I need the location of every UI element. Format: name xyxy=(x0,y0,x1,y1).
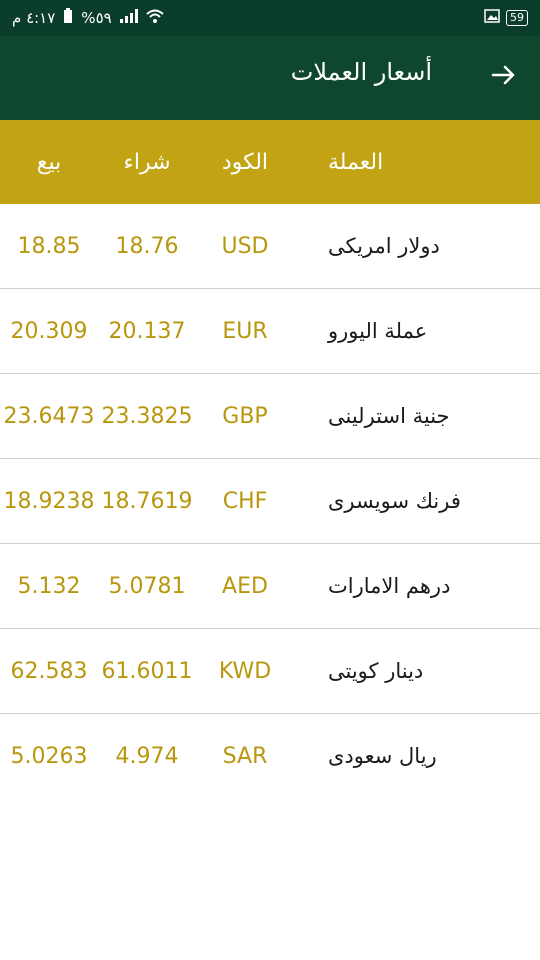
page-title: أسعار العملات xyxy=(290,58,432,86)
currency-name: جنية استرلينى xyxy=(328,404,450,428)
buy-price: 4.974 xyxy=(115,743,179,769)
header-sell: بيع xyxy=(36,149,62,175)
buy-price: 20.137 xyxy=(108,318,186,344)
battery-percent: %٥٩ xyxy=(81,9,112,27)
currency-list: دولار امريكى USD 18.76 18.85 عملة اليورو… xyxy=(0,204,540,798)
buy-price: 18.76 xyxy=(115,233,179,259)
currency-code: AED xyxy=(222,573,268,599)
buy-price: 5.0781 xyxy=(108,573,186,599)
header-code: الكود xyxy=(221,149,269,175)
sell-price: 20.309 xyxy=(10,318,88,344)
clock: ٤:١٧ م xyxy=(12,9,56,27)
app-bar: أسعار العملات xyxy=(0,36,540,120)
back-arrow-icon[interactable] xyxy=(486,58,520,92)
buy-price: 18.7619 xyxy=(101,488,193,514)
currency-name: ريال سعودى xyxy=(328,744,437,768)
currency-name: عملة اليورو xyxy=(328,319,428,343)
sell-price: 18.85 xyxy=(17,233,81,259)
currency-name: فرنك سويسرى xyxy=(328,489,461,513)
table-row[interactable]: دولار امريكى USD 18.76 18.85 xyxy=(0,204,540,289)
currency-code: GBP xyxy=(222,403,268,429)
status-bar: ٤:١٧ م %٥٩ 59 xyxy=(0,0,540,36)
table-row[interactable]: جنية استرلينى GBP 23.3825 23.6473 xyxy=(0,374,540,459)
currency-code: KWD xyxy=(218,658,272,684)
sell-price: 18.9238 xyxy=(3,488,95,514)
currency-code: CHF xyxy=(222,488,268,514)
signal-icon xyxy=(119,9,138,27)
buy-price: 61.6011 xyxy=(101,658,193,684)
status-right: 59 xyxy=(484,9,528,27)
table-header: العملة الكود شراء بيع xyxy=(0,120,540,204)
battery-icon xyxy=(63,8,73,28)
table-row[interactable]: ريال سعودى SAR 4.974 5.0263 xyxy=(0,714,540,798)
battery-badge: 59 xyxy=(506,10,528,26)
status-left: ٤:١٧ م %٥٩ xyxy=(12,8,164,28)
sell-price: 23.6473 xyxy=(3,403,95,429)
sell-price: 62.583 xyxy=(10,658,88,684)
table-row[interactable]: درهم الامارات AED 5.0781 5.132 xyxy=(0,544,540,629)
header-currency: العملة xyxy=(328,149,384,175)
table-row[interactable]: دينار كويتى KWD 61.6011 62.583 xyxy=(0,629,540,714)
gallery-icon xyxy=(484,9,500,27)
currency-name: درهم الامارات xyxy=(328,574,451,598)
header-buy: شراء xyxy=(123,149,171,175)
wifi-icon xyxy=(146,9,164,27)
currency-name: دولار امريكى xyxy=(328,234,440,258)
buy-price: 23.3825 xyxy=(101,403,193,429)
sell-price: 5.132 xyxy=(17,573,81,599)
currency-code: USD xyxy=(221,233,269,259)
currency-code: EUR xyxy=(222,318,268,344)
table-row[interactable]: عملة اليورو EUR 20.137 20.309 xyxy=(0,289,540,374)
currency-code: SAR xyxy=(222,743,268,769)
currency-name: دينار كويتى xyxy=(328,659,424,683)
sell-price: 5.0263 xyxy=(10,743,88,769)
table-row[interactable]: فرنك سويسرى CHF 18.7619 18.9238 xyxy=(0,459,540,544)
